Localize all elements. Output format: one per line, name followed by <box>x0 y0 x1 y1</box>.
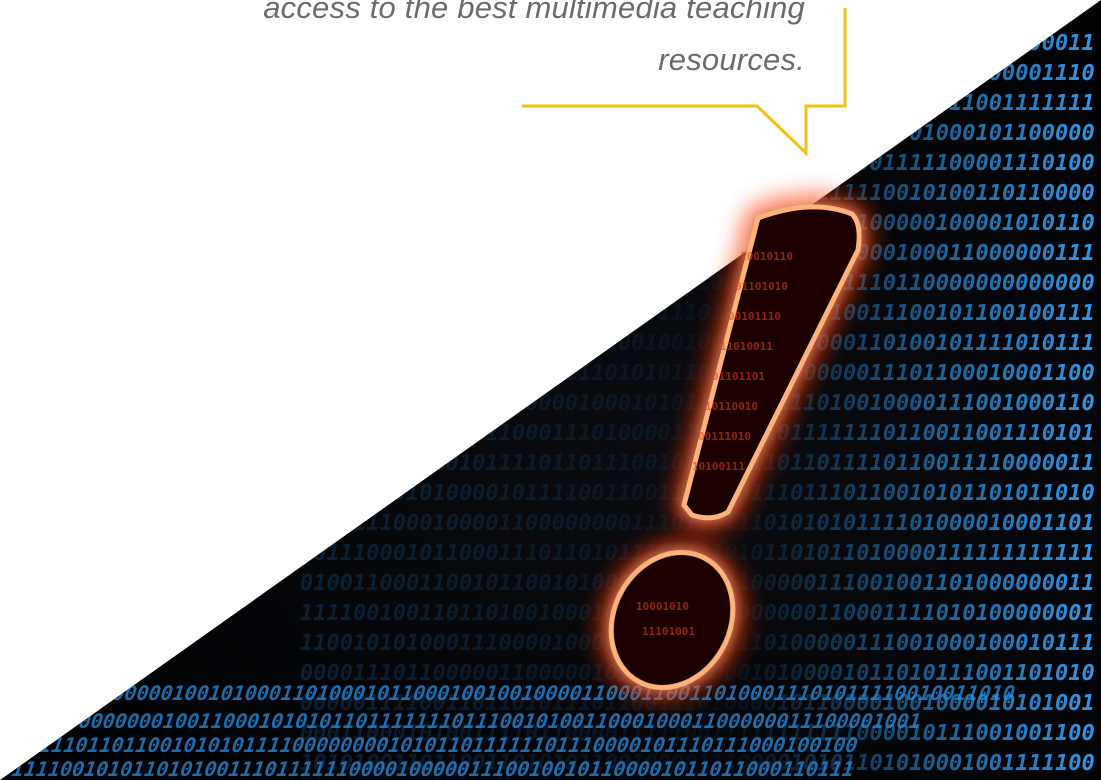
svg-text:10110010: 10110010 <box>705 400 758 413</box>
binary-row: 0011101110110001101001001100010101101000… <box>300 121 1095 146</box>
binary-row: 0000001100000000010011000101010110111111… <box>0 709 923 733</box>
binary-row: 0001110000000000010111010010100100001101… <box>300 211 1095 236</box>
svg-text:11010011: 11010011 <box>720 340 773 353</box>
svg-text:11101001: 11101001 <box>642 625 695 638</box>
binary-row: 1011100011111100101000011000111001111011… <box>300 271 1095 296</box>
svg-text:01101101: 01101101 <box>712 370 765 383</box>
binary-row: 1000000111100000011011000000100001110011… <box>300 181 1095 206</box>
svg-text:01101010: 01101010 <box>735 280 788 293</box>
hero-graphic: 0100010110011000101000110010011001001001… <box>0 0 1101 780</box>
dark-triangle-panel: 0100010110011000101000110010011001001001… <box>0 0 1101 780</box>
binary-row: 1110001110010111010000100110010110100011… <box>300 241 1095 266</box>
binary-row: 0110100000100101000110100010110001001001… <box>51 681 1017 705</box>
quote-text: access to the best multimedia teaching r… <box>120 0 805 86</box>
svg-text:10100111: 10100111 <box>692 460 745 473</box>
binary-row: 0110100110010001111000000010010011001010… <box>300 331 1095 356</box>
quote-line-1: access to the best multimedia teaching <box>263 0 805 25</box>
binary-row: 0101100000111100101011010100111011111100… <box>0 757 856 780</box>
binary-row: 1101001011000011111011101010110110101000… <box>300 361 1095 386</box>
binary-row: 0000000010001000000101011100010000010011… <box>300 91 1095 116</box>
binary-row: 1000100011011110110110010101011110000000… <box>0 733 859 757</box>
svg-text:00111010: 00111010 <box>698 430 751 443</box>
quote-line-2: resources. <box>658 42 805 77</box>
binary-row: 0010000101011101101100001101110111110111… <box>300 301 1095 326</box>
svg-text:10001010: 10001010 <box>636 600 689 613</box>
svg-text:00101110: 00101110 <box>728 310 781 323</box>
svg-text:10010110: 10010110 <box>740 250 793 263</box>
binary-row: 0110100010011101100001110000111101011100… <box>300 151 1095 176</box>
